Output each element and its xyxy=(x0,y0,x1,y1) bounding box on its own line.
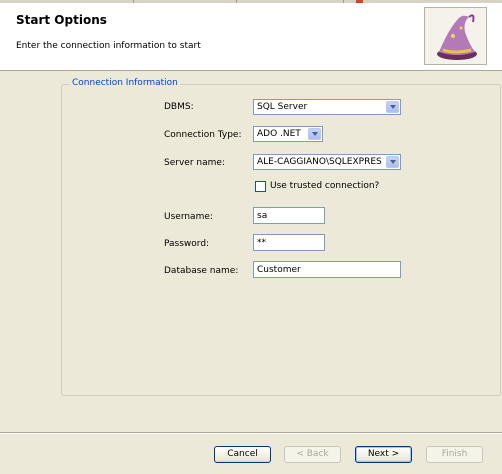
username-field[interactable]: sa xyxy=(253,207,325,224)
group-legend: Connection Information xyxy=(70,78,180,88)
connection-type-label: Connection Type: xyxy=(164,130,242,140)
page-subtitle: Enter the connection information to star… xyxy=(16,41,201,51)
dbms-select[interactable]: SQL Server xyxy=(253,99,401,115)
connection-type-value: ADO .NET xyxy=(257,129,301,139)
wizard-hat-icon xyxy=(424,7,487,65)
finish-button[interactable]: Finish xyxy=(426,446,483,463)
next-button[interactable]: Next > xyxy=(355,446,412,463)
wizard-header: Start Options Enter the connection infor… xyxy=(0,3,502,71)
dbms-label: DBMS: xyxy=(164,102,194,112)
divider xyxy=(0,433,502,434)
cancel-button[interactable]: Cancel xyxy=(214,446,271,463)
dbms-value: SQL Server xyxy=(257,102,308,112)
page-title: Start Options xyxy=(16,13,107,27)
chevron-down-icon[interactable] xyxy=(308,128,321,140)
chevron-down-icon[interactable] xyxy=(386,156,399,168)
trusted-connection-label[interactable]: Use trusted connection? xyxy=(270,181,379,191)
username-label: Username: xyxy=(164,212,213,222)
password-field[interactable]: ** xyxy=(253,234,325,251)
trusted-connection-checkbox[interactable] xyxy=(255,181,266,192)
back-button[interactable]: < Back xyxy=(284,446,341,463)
server-name-value: ALE-CAGGIANO\SQLEXPRES xyxy=(257,157,382,167)
connection-type-select[interactable]: ADO .NET xyxy=(253,126,323,142)
database-name-field[interactable]: Customer xyxy=(253,261,401,278)
database-name-label: Database name: xyxy=(164,266,239,276)
server-name-label: Server name: xyxy=(164,158,225,168)
server-name-select[interactable]: ALE-CAGGIANO\SQLEXPRES xyxy=(253,154,401,170)
chevron-down-icon[interactable] xyxy=(386,101,399,113)
password-label: Password: xyxy=(164,239,210,249)
